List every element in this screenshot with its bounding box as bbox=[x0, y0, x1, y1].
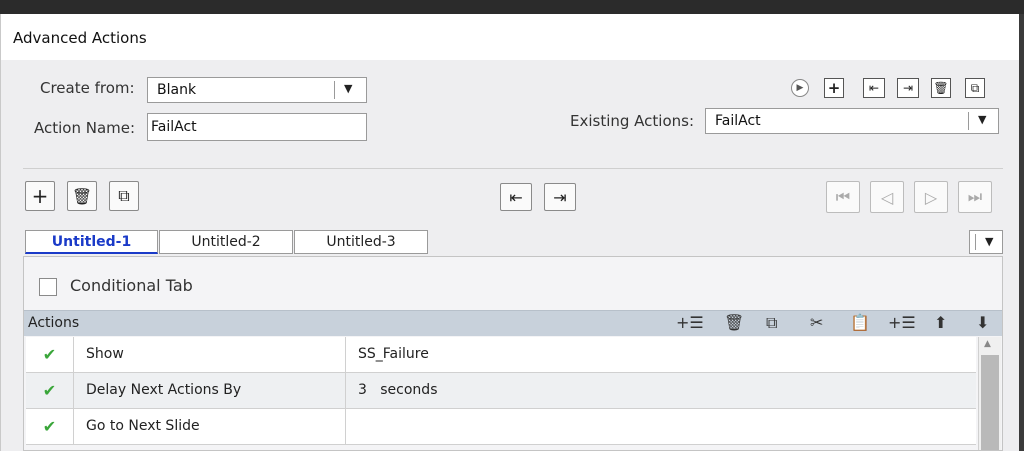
create-from-dropdown[interactable]: Blank ▼ bbox=[147, 77, 367, 103]
title-bar[interactable]: Advanced Actions bbox=[1, 14, 1019, 60]
chevron-down-icon: ▼ bbox=[978, 113, 987, 126]
target-cell[interactable]: 3 seconds bbox=[346, 373, 976, 408]
table-row[interactable]: ✔ Delay Next Actions By 3 seconds bbox=[26, 373, 976, 409]
move-down-icon[interactable]: ⬇ bbox=[976, 313, 989, 332]
preview-play-icon[interactable]: ▶ bbox=[791, 79, 809, 97]
paste-icon[interactable]: 📋 bbox=[850, 313, 870, 332]
delete-tab-icon[interactable]: 🗑 bbox=[67, 181, 97, 211]
conditional-tab-label: Conditional Tab bbox=[70, 276, 193, 295]
create-from-value: Blank bbox=[157, 82, 197, 98]
divider bbox=[23, 168, 1003, 169]
dropdown-separator bbox=[334, 81, 335, 99]
table-row[interactable]: ✔ Go to Next Slide bbox=[26, 409, 976, 445]
import-icon[interactable]: ⇤ bbox=[863, 78, 885, 98]
trash-icon[interactable]: 🗑 bbox=[724, 313, 744, 332]
tab-untitled-1[interactable]: Untitled-1 bbox=[25, 230, 158, 254]
actions-toolbar: Actions +☰ 🗑 ⧉ ✂ 📋 +☰ ⬆ ⬇ bbox=[24, 310, 1002, 336]
copy-icon[interactable]: ⧉ bbox=[766, 313, 777, 333]
tab-untitled-2[interactable]: Untitled-2 bbox=[159, 230, 293, 254]
vertical-scrollbar[interactable]: ▲ bbox=[978, 337, 1001, 450]
existing-actions-value: FailAct bbox=[715, 113, 761, 129]
advanced-actions-dialog: Advanced Actions Create from: Blank ▼ Ac… bbox=[0, 14, 1019, 451]
target-cell[interactable] bbox=[346, 409, 976, 444]
import-tab-icon[interactable]: ⇤ bbox=[500, 183, 532, 211]
insert-action-icon[interactable]: +☰ bbox=[888, 313, 916, 332]
previous-tab-icon[interactable]: ◁ bbox=[870, 181, 904, 213]
dropdown-separator bbox=[975, 234, 976, 250]
action-name-label: Action Name: bbox=[34, 119, 136, 137]
export-tab-icon[interactable]: ⇥ bbox=[544, 183, 576, 211]
chevron-down-icon: ▼ bbox=[344, 82, 353, 95]
export-icon[interactable]: ⇥ bbox=[897, 78, 919, 98]
dropdown-separator bbox=[968, 112, 969, 130]
create-from-label: Create from: bbox=[40, 79, 135, 97]
background-strip bbox=[0, 0, 1024, 14]
check-icon: ✔ bbox=[26, 409, 74, 444]
dialog-title: Advanced Actions bbox=[13, 29, 147, 47]
next-tab-icon[interactable]: ▷ bbox=[914, 181, 948, 213]
table-row[interactable]: ✔ Show SS_Failure bbox=[26, 337, 976, 373]
add-tab-icon[interactable]: + bbox=[25, 181, 55, 211]
action-cell[interactable]: Show bbox=[74, 337, 346, 372]
duplicate-icon[interactable]: ⧉ bbox=[965, 78, 985, 98]
existing-actions-dropdown[interactable]: FailAct ▼ bbox=[705, 108, 999, 134]
add-action-icon[interactable]: + bbox=[824, 78, 844, 98]
tab-untitled-3[interactable]: Untitled-3 bbox=[294, 230, 428, 254]
duplicate-tab-icon[interactable]: ⧉ bbox=[109, 181, 139, 211]
chevron-down-icon: ▼ bbox=[985, 235, 994, 248]
last-tab-icon[interactable]: ⏭ bbox=[958, 181, 992, 213]
action-name-field[interactable]: FailAct bbox=[147, 113, 367, 141]
check-icon: ✔ bbox=[26, 373, 74, 408]
existing-actions-label: Existing Actions: bbox=[570, 112, 695, 130]
first-tab-icon[interactable]: ⏮ bbox=[826, 181, 860, 213]
actions-panel: Conditional Tab Actions +☰ 🗑 ⧉ ✂ 📋 +☰ ⬆ … bbox=[23, 256, 1003, 451]
add-action-icon[interactable]: +☰ bbox=[676, 313, 704, 332]
move-up-icon[interactable]: ⬆ bbox=[934, 313, 947, 332]
target-cell[interactable]: SS_Failure bbox=[346, 337, 976, 372]
action-cell[interactable]: Go to Next Slide bbox=[74, 409, 346, 444]
scrollbar-thumb[interactable] bbox=[981, 355, 999, 450]
tab-list-dropdown[interactable]: ▼ bbox=[969, 230, 1003, 254]
scroll-up-icon[interactable]: ▲ bbox=[984, 339, 991, 349]
conditional-tab-checkbox[interactable] bbox=[39, 278, 57, 296]
action-cell[interactable]: Delay Next Actions By bbox=[74, 373, 346, 408]
actions-header: Actions bbox=[28, 315, 80, 331]
check-icon: ✔ bbox=[26, 337, 74, 372]
cut-icon[interactable]: ✂ bbox=[810, 313, 823, 332]
trash-icon[interactable]: 🗑 bbox=[931, 78, 951, 98]
